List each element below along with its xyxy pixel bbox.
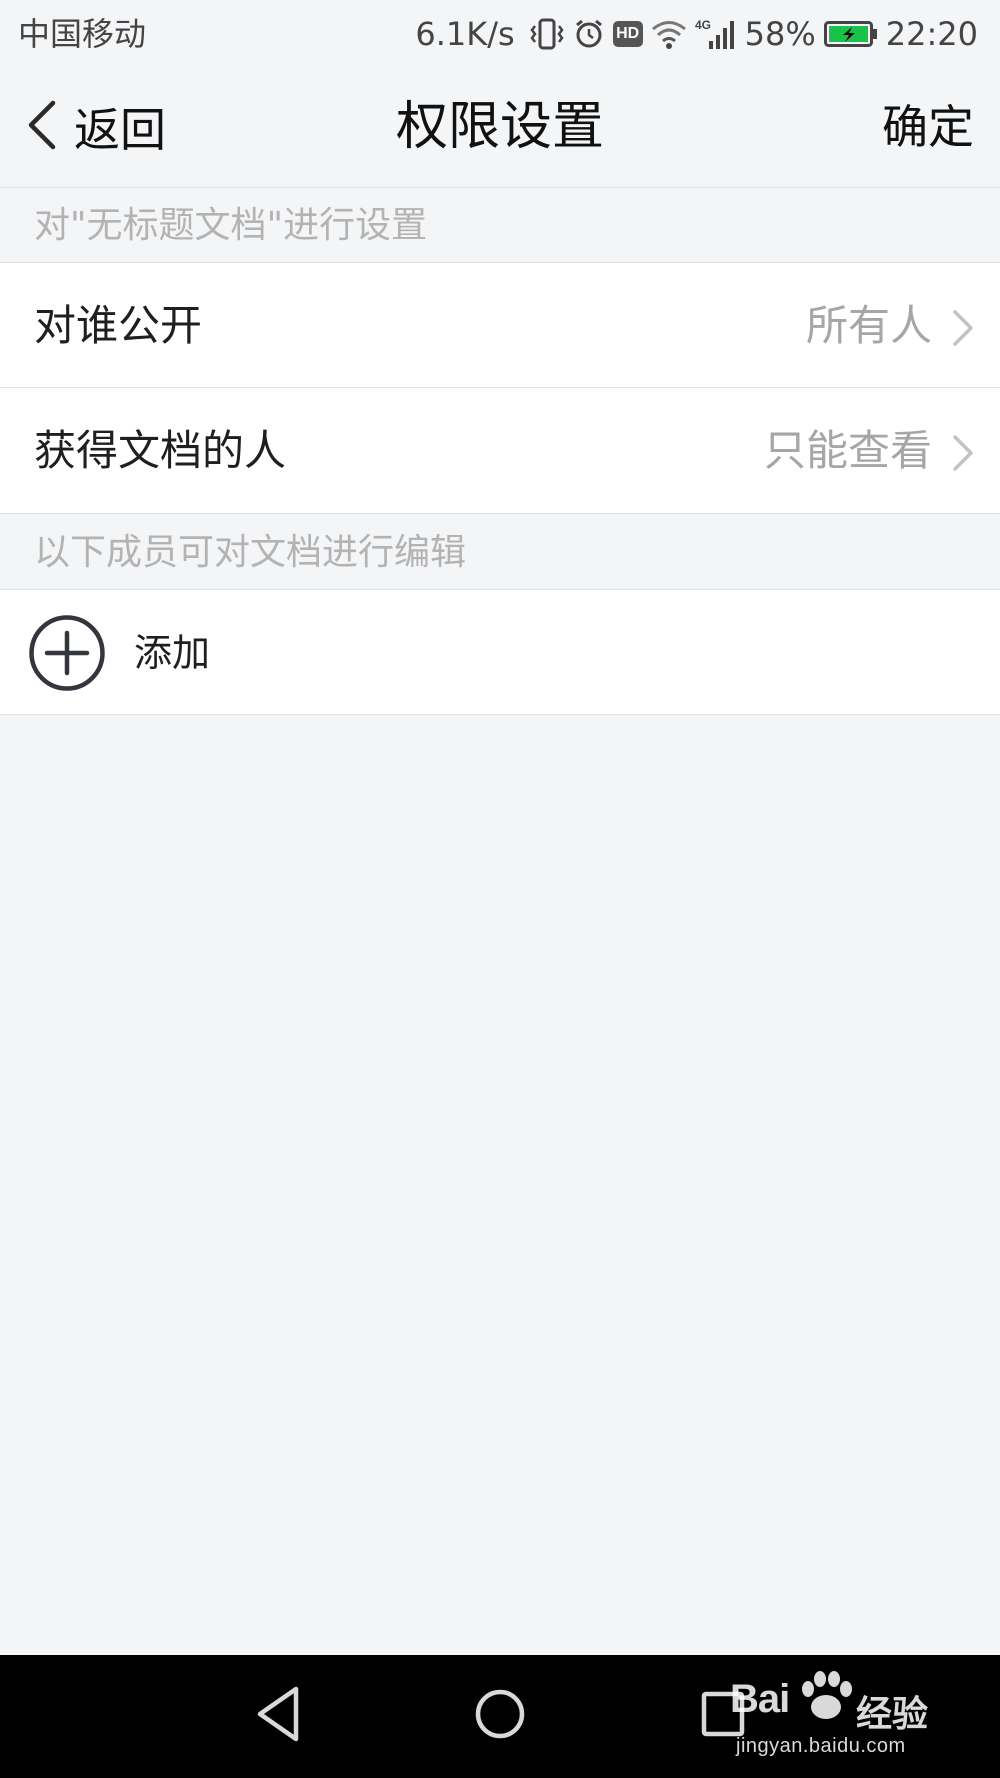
chevron-left-icon [26,99,58,155]
watermark-logo-text: Bai [730,1677,790,1721]
carrier-name: 中国移动 [18,15,147,53]
baidu-jingyan-watermark: Bai 经验 jingyan.baidu.com [730,1665,950,1765]
recipient-permission-row[interactable]: 获得文档的人 只能查看 [0,388,1000,514]
chevron-right-icon [952,434,974,476]
nav-bar: 返回 权限设置 确定 [0,70,1000,188]
nav-home-circle-icon[interactable] [473,1683,527,1749]
section-header-editors: 以下成员可对文档进行编辑 [34,532,467,573]
paw-icon [794,1667,858,1732]
status-bar: 中国移动 6.1K/s HD 4G 58% 22:20 [0,0,1000,70]
back-button[interactable]: 返回 [26,92,166,162]
add-label: 添加 [134,631,211,675]
battery-icon [823,20,878,48]
wifi-icon [651,19,687,49]
watermark-url: jingyan.baidu.com [736,1735,906,1757]
clock-time: 22:20 [885,15,978,53]
visibility-row[interactable]: 对谁公开 所有人 [0,262,1000,388]
vibrate-icon [529,17,565,51]
watermark-logo-suffix: 经验 [856,1693,929,1734]
add-circle-icon [28,614,106,696]
section-header-settings: 对"无标题文档"进行设置 [34,205,428,246]
network-speed: 6.1K/s [415,15,515,53]
signal-icon: 4G [695,17,737,51]
back-label: 返回 [74,103,166,157]
chevron-right-icon [952,309,974,351]
nav-back-triangle-icon[interactable] [254,1683,302,1749]
alarm-icon [573,18,605,50]
recipient-permission-label: 获得文档的人 [34,426,287,475]
hd-badge: HD [612,21,643,47]
recipient-permission-value: 只能查看 [763,426,932,475]
confirm-button[interactable]: 确定 [882,92,974,162]
visibility-label: 对谁公开 [34,301,203,350]
add-editor-row[interactable]: 添加 [0,589,1000,715]
network-type-label: 4G [695,18,711,32]
screen: 中国移动 6.1K/s HD 4G 58% 22:20 返回 权限设置 确定 对… [0,0,1000,1778]
visibility-value: 所有人 [805,301,932,350]
status-icons: 6.1K/s HD 4G 58% 22:20 [415,12,978,56]
battery-percent: 58% [744,15,816,53]
